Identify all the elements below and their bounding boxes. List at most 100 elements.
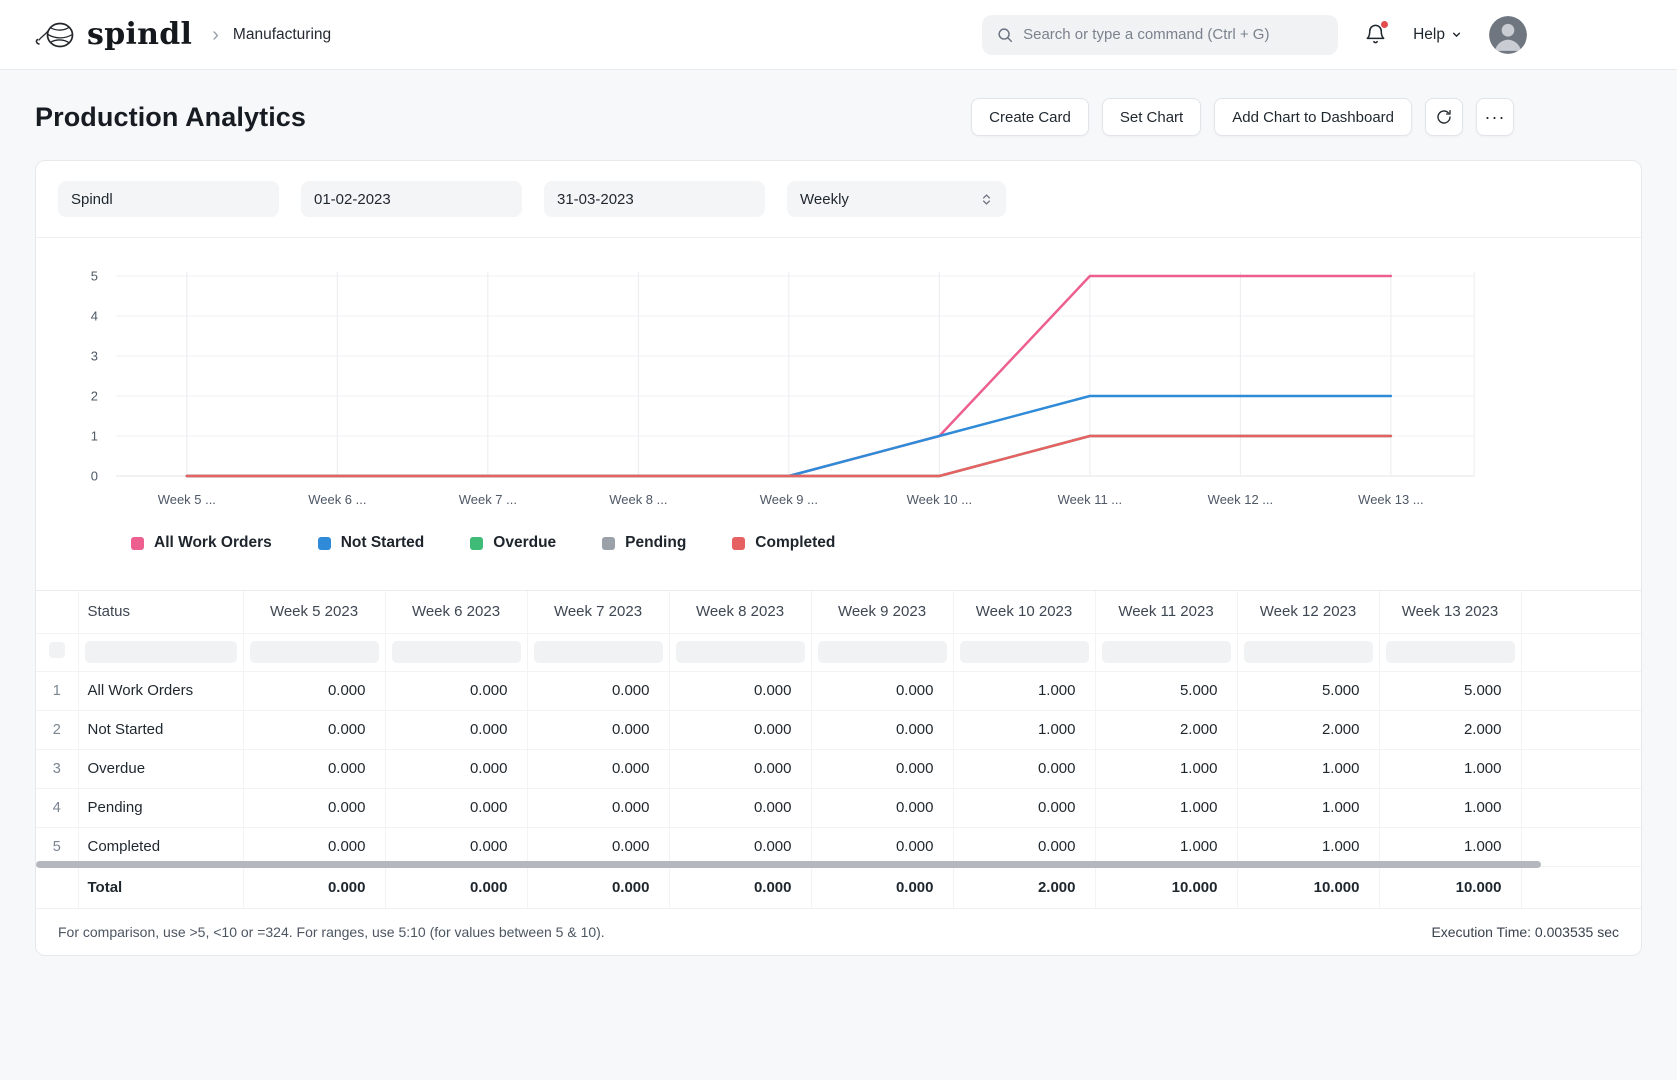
value-cell: 1.000 — [1237, 788, 1379, 827]
column-filter-input[interactable] — [392, 641, 521, 663]
notifications-bell[interactable] — [1364, 23, 1387, 46]
svg-text:Week 7 ...: Week 7 ... — [459, 492, 517, 507]
svg-text:0: 0 — [91, 468, 98, 483]
frequency-value: Weekly — [800, 191, 849, 208]
svg-text:4: 4 — [91, 308, 98, 323]
value-cell: 0.000 — [385, 788, 527, 827]
global-search[interactable] — [982, 15, 1338, 55]
column-filter-input[interactable] — [960, 641, 1089, 663]
week-column-header[interactable]: Week 7 2023 — [527, 591, 669, 633]
value-cell: 0.000 — [527, 788, 669, 827]
total-value-cell: 2.000 — [953, 866, 1095, 908]
filter-hint-text: For comparison, use >5, <10 or =324. For… — [58, 924, 605, 940]
value-cell: 2.000 — [1237, 710, 1379, 749]
row-index: 2 — [36, 710, 78, 749]
status-cell: Pending — [78, 788, 243, 827]
report-card: Weekly 012345Week 5 ...Week 6 ...Week 7 … — [35, 160, 1642, 956]
status-column-header[interactable]: Status — [78, 591, 243, 633]
set-chart-button[interactable]: Set Chart — [1102, 98, 1201, 136]
week-column-header[interactable]: Week 13 2023 — [1379, 591, 1521, 633]
to-date-input[interactable] — [544, 181, 765, 217]
legend-item[interactable]: Overdue — [470, 534, 556, 552]
legend-swatch — [131, 537, 144, 550]
legend-swatch — [732, 537, 745, 550]
value-cell: 1.000 — [953, 671, 1095, 710]
column-filter-input[interactable] — [1102, 641, 1231, 663]
page-title: Production Analytics — [35, 102, 306, 133]
more-icon: ··· — [1485, 108, 1506, 126]
spindl-logo[interactable]: spindl — [35, 17, 192, 52]
legend-label: Pending — [625, 534, 686, 552]
week-column-header[interactable]: Week 9 2023 — [811, 591, 953, 633]
legend-item[interactable]: All Work Orders — [131, 534, 272, 552]
row-index: 3 — [36, 749, 78, 788]
svg-text:Week 9 ...: Week 9 ... — [760, 492, 818, 507]
column-filter-input[interactable] — [534, 641, 663, 663]
frequency-select[interactable]: Weekly — [787, 181, 1006, 217]
legend-item[interactable]: Not Started — [318, 534, 425, 552]
svg-text:Week 5 ...: Week 5 ... — [158, 492, 216, 507]
total-value-cell: 0.000 — [527, 866, 669, 908]
value-cell: 0.000 — [669, 788, 811, 827]
value-cell: 5.000 — [1095, 671, 1237, 710]
column-filter-input[interactable] — [676, 641, 805, 663]
breadcrumb-manufacturing[interactable]: Manufacturing — [233, 26, 331, 44]
column-filter-input[interactable] — [818, 641, 947, 663]
total-row: Total0.0000.0000.0000.0000.0002.00010.00… — [36, 866, 1641, 908]
status-column-filter-input[interactable] — [85, 641, 237, 663]
legend-item[interactable]: Completed — [732, 534, 835, 552]
legend-item[interactable]: Pending — [602, 534, 686, 552]
value-cell: 0.000 — [243, 671, 385, 710]
company-filter-input[interactable] — [58, 181, 279, 217]
search-input[interactable] — [1023, 26, 1324, 43]
value-cell: 0.000 — [527, 671, 669, 710]
status-cell: All Work Orders — [78, 671, 243, 710]
total-value-cell: 0.000 — [811, 866, 953, 908]
create-card-button[interactable]: Create Card — [971, 98, 1089, 136]
svg-text:Week 12 ...: Week 12 ... — [1208, 492, 1273, 507]
search-icon — [996, 26, 1014, 44]
svg-text:2: 2 — [91, 388, 98, 403]
table-row: 1All Work Orders0.0000.0000.0000.0000.00… — [36, 671, 1641, 710]
from-date-input[interactable] — [301, 181, 522, 217]
week-column-header[interactable]: Week 5 2023 — [243, 591, 385, 633]
column-filter-input[interactable] — [1244, 641, 1373, 663]
breadcrumb-chevron-icon: › — [212, 25, 219, 45]
svg-text:1: 1 — [91, 428, 98, 443]
week-column-header[interactable]: Week 12 2023 — [1237, 591, 1379, 633]
week-column-header[interactable]: Week 6 2023 — [385, 591, 527, 633]
legend-swatch — [470, 537, 483, 550]
value-cell: 2.000 — [1379, 710, 1521, 749]
total-value-cell: 10.000 — [1095, 866, 1237, 908]
week-column-header[interactable]: Week 8 2023 — [669, 591, 811, 633]
value-cell: 0.000 — [243, 710, 385, 749]
value-cell: 5.000 — [1237, 671, 1379, 710]
value-cell: 0.000 — [669, 671, 811, 710]
refresh-button[interactable] — [1425, 98, 1463, 136]
week-column-header[interactable]: Week 10 2023 — [953, 591, 1095, 633]
top-navbar: spindl › Manufacturing Help — [0, 0, 1677, 70]
value-cell: 0.000 — [385, 671, 527, 710]
value-cell: 1.000 — [1237, 749, 1379, 788]
svg-text:Week 11 ...: Week 11 ... — [1058, 492, 1122, 507]
user-avatar[interactable] — [1489, 16, 1527, 54]
legend-label: Not Started — [341, 534, 425, 552]
value-cell: 0.000 — [811, 671, 953, 710]
table-row: 2Not Started0.0000.0000.0000.0000.0001.0… — [36, 710, 1641, 749]
column-filter-input[interactable] — [250, 641, 379, 663]
horizontal-scrollbar[interactable] — [36, 861, 1541, 868]
value-cell: 0.000 — [385, 710, 527, 749]
value-cell: 0.000 — [243, 749, 385, 788]
logo-wordmark: spindl — [87, 17, 192, 52]
column-filter-input[interactable] — [1386, 641, 1515, 663]
row-index: 4 — [36, 788, 78, 827]
row-index-header — [36, 591, 78, 633]
help-menu[interactable]: Help — [1413, 26, 1463, 44]
add-chart-to-dashboard-button[interactable]: Add Chart to Dashboard — [1214, 98, 1412, 136]
week-column-header[interactable]: Week 11 2023 — [1095, 591, 1237, 633]
legend-label: Overdue — [493, 534, 556, 552]
select-all-checkbox[interactable] — [49, 642, 65, 658]
svg-text:Week 13 ...: Week 13 ... — [1358, 492, 1423, 507]
more-options-button[interactable]: ··· — [1476, 98, 1514, 136]
legend-label: Completed — [755, 534, 835, 552]
